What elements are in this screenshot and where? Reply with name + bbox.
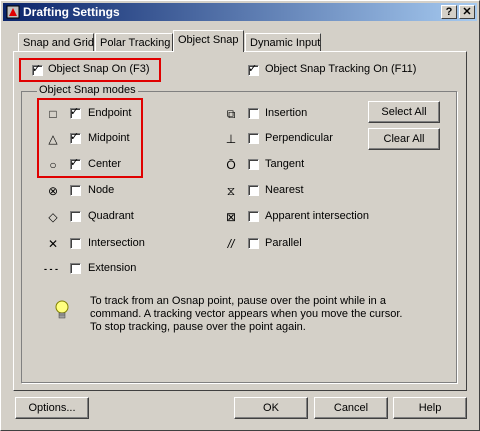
tab-snap-and-grid[interactable]: Snap and Grid [18,33,94,51]
app-icon [6,5,20,19]
ok-button[interactable]: OK [234,397,308,419]
highlight-box-modes [37,98,143,178]
title-bar[interactable]: Drafting Settings ? ✕ [3,3,477,21]
tab-object-snap[interactable]: Object Snap [173,30,244,52]
window-title: Drafting Settings [23,5,120,19]
options-button[interactable]: Options... [15,397,89,419]
tab-dynamic-input[interactable]: Dynamic Input [245,33,321,51]
close-button[interactable]: ✕ [459,5,475,19]
help-title-button[interactable]: ? [441,5,457,19]
highlight-box-snap-on [19,58,161,82]
cancel-button[interactable]: Cancel [314,397,388,419]
help-button[interactable]: Help [393,397,467,419]
tab-polar-tracking[interactable]: Polar Tracking [95,33,173,51]
drafting-settings-dialog: Drafting Settings ? ✕ Snap and Grid Pola… [0,0,480,431]
